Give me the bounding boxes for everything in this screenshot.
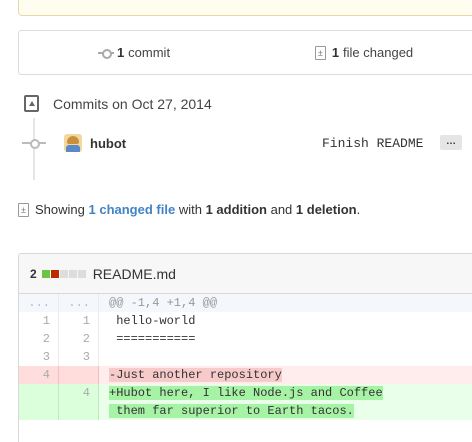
- diff-file-header: 2 README.md: [19, 254, 472, 294]
- diff-code-line: -Just another repository: [99, 366, 472, 384]
- diffstat-block: [50, 269, 59, 278]
- diffstat-bar: [41, 269, 87, 278]
- changed-files-link[interactable]: 1 changed file: [89, 202, 176, 217]
- commit-row: hubot Finish README …: [22, 133, 472, 153]
- diff-change-count: 2: [30, 266, 37, 281]
- diff-code-line: them far superior to Earth tacos.: [99, 402, 472, 420]
- diff-row: 11 hello-world: [19, 312, 472, 330]
- commits-count-link[interactable]: 1 commit: [19, 45, 249, 60]
- diff-code-text: hello-world: [109, 314, 196, 328]
- diffstat-block: [77, 269, 86, 278]
- commit-author-link[interactable]: hubot: [90, 136, 126, 151]
- diff-table: ...... @@ -1,4 +1,4 @@ 1 1 hello-world 2 2 ==…: [19, 294, 472, 420]
- file-diff-icon: [18, 202, 29, 217]
- showing-prefix: Showing: [35, 202, 85, 217]
- new-line-number[interactable]: 2: [59, 330, 99, 348]
- old-line-number[interactable]: 2: [19, 330, 59, 348]
- commits-count: 1: [116, 45, 125, 60]
- commits-date-header: Commits on Oct 27, 2014: [24, 95, 212, 112]
- diffstat-block: [59, 269, 68, 278]
- diff-code-line: ===========: [99, 330, 472, 348]
- new-line-number[interactable]: 1: [59, 312, 99, 330]
- deletions-count: 1 deletion: [295, 202, 357, 217]
- diff-code-line: [99, 348, 472, 366]
- commit-message-link[interactable]: Finish README: [322, 136, 423, 151]
- diff-row: 22 ===========: [19, 330, 472, 348]
- new-line-number[interactable]: [59, 402, 99, 420]
- expand-commit-message-button[interactable]: …: [440, 135, 462, 150]
- files-label: file changed: [343, 45, 414, 60]
- diff-code-text: -Just another repository: [109, 368, 282, 382]
- old-line-number[interactable]: [19, 384, 59, 402]
- old-line-number[interactable]: [19, 402, 59, 420]
- commits-label: commit: [128, 45, 171, 60]
- file-diff-icon: [314, 45, 326, 60]
- new-line-number[interactable]: 3: [59, 348, 99, 366]
- commits-date-label: Commits on Oct 27, 2014: [53, 95, 212, 112]
- diff-row: ...... @@ -1,4 +1,4 @@: [19, 294, 472, 312]
- diff-code-line: hello-world: [99, 312, 472, 330]
- new-line-number[interactable]: ...: [59, 294, 99, 312]
- diff-code-line: @@ -1,4 +1,4 @@: [99, 294, 472, 312]
- diff-row: 33: [19, 348, 472, 366]
- old-line-number[interactable]: 4: [19, 366, 59, 384]
- old-line-number[interactable]: 3: [19, 348, 59, 366]
- diffstat-block: [41, 269, 50, 278]
- avatar[interactable]: [64, 134, 82, 152]
- diff-code-text: @@ -1,4 +1,4 @@: [109, 296, 218, 310]
- diff-row: 4 +Hubot here, I like Node.js and Coffee: [19, 384, 472, 402]
- diff-code-line: +Hubot here, I like Node.js and Coffee: [99, 384, 472, 402]
- files-count: 1: [331, 45, 340, 60]
- repo-push-icon: [24, 95, 39, 112]
- new-line-number[interactable]: 4: [59, 384, 99, 402]
- diff-code-text: +Hubot here, I like Node.js and Coffee: [109, 386, 383, 400]
- commit-summary-bar: 1 commit 1 file changed: [18, 30, 472, 75]
- file-diff: 2 README.md ...... @@ -1,4 +1,4 @@ 1 1 hell…: [18, 253, 472, 442]
- diff-row: 4 -Just another repository: [19, 366, 472, 384]
- diffstat-block: [68, 269, 77, 278]
- commit-icon: [97, 48, 114, 59]
- flash-banner: [18, 0, 472, 16]
- showing-suffix: .: [356, 202, 361, 217]
- old-line-number[interactable]: ...: [19, 294, 59, 312]
- diff-row: them far superior to Earth tacos.: [19, 402, 472, 420]
- diff-code-text: ===========: [109, 332, 196, 346]
- showing-and: and: [270, 202, 293, 217]
- old-line-number[interactable]: 1: [19, 312, 59, 330]
- diff-filename[interactable]: README.md: [93, 266, 176, 282]
- commit-node-icon: [22, 138, 46, 149]
- new-line-number[interactable]: [59, 366, 99, 384]
- files-changed-link[interactable]: 1 file changed: [249, 45, 472, 60]
- diff-code-text: them far superior to Earth tacos.: [109, 404, 354, 418]
- diff-summary-text: Showing 1 changed file with 1 addition a…: [18, 202, 360, 217]
- additions-count: 1 addition: [205, 202, 267, 217]
- showing-with: with: [178, 202, 202, 217]
